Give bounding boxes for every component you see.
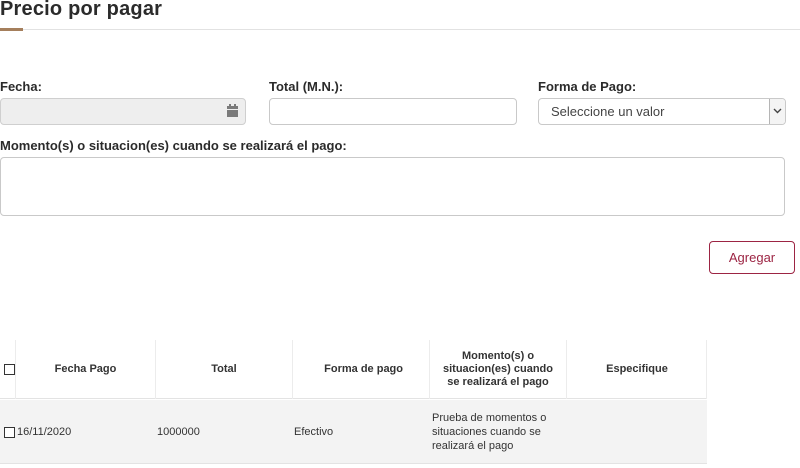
cell-forma-pago: Efectivo: [294, 426, 334, 438]
forma-pago-select[interactable]: Seleccione un valor: [538, 98, 786, 125]
column-separator: [155, 340, 156, 399]
momentos-textarea[interactable]: [0, 157, 785, 216]
header-total[interactable]: Total: [156, 340, 292, 399]
table-header: Fecha Pago Total Forma de pago Momento(s…: [0, 340, 707, 399]
column-separator: [566, 340, 567, 399]
chevron-down-icon: [773, 108, 782, 114]
cell-fecha-pago: 16/11/2020: [17, 426, 72, 438]
calendar-icon[interactable]: [227, 104, 238, 117]
forma-pago-label: Forma de Pago:: [538, 79, 637, 94]
fecha-field[interactable]: [0, 98, 246, 125]
header-forma-pago[interactable]: Forma de pago: [293, 340, 429, 399]
column-separator: [706, 340, 707, 399]
page-title: Precio por pagar: [0, 0, 163, 20]
column-separator: [15, 340, 16, 399]
fecha-label: Fecha:: [0, 79, 42, 94]
select-toggle-button[interactable]: [769, 99, 785, 124]
row-checkbox[interactable]: [4, 427, 15, 438]
agregar-button[interactable]: Agregar: [709, 241, 795, 274]
forma-pago-selected: Seleccione un valor: [551, 104, 665, 119]
table-row[interactable]: 16/11/2020 1000000 Efectivo Prueba de mo…: [0, 400, 707, 464]
header-fecha-pago[interactable]: Fecha Pago: [16, 340, 155, 399]
cell-total: 1000000: [157, 426, 200, 438]
header-momentos[interactable]: Momento(s) o situacion(es) cuando se rea…: [430, 340, 566, 399]
header-especifique[interactable]: Especifique: [567, 340, 707, 399]
total-input[interactable]: [269, 98, 517, 125]
title-accent-bar: [0, 28, 23, 31]
column-separator: [429, 340, 430, 399]
select-all-checkbox[interactable]: [4, 364, 15, 375]
total-label: Total (M.N.):: [269, 79, 344, 94]
momentos-label: Momento(s) o situacion(es) cuando se rea…: [0, 138, 347, 153]
column-separator: [292, 340, 293, 399]
title-divider: [23, 29, 800, 30]
cell-momentos: Prueba de momentos o situaciones cuando …: [432, 412, 547, 452]
